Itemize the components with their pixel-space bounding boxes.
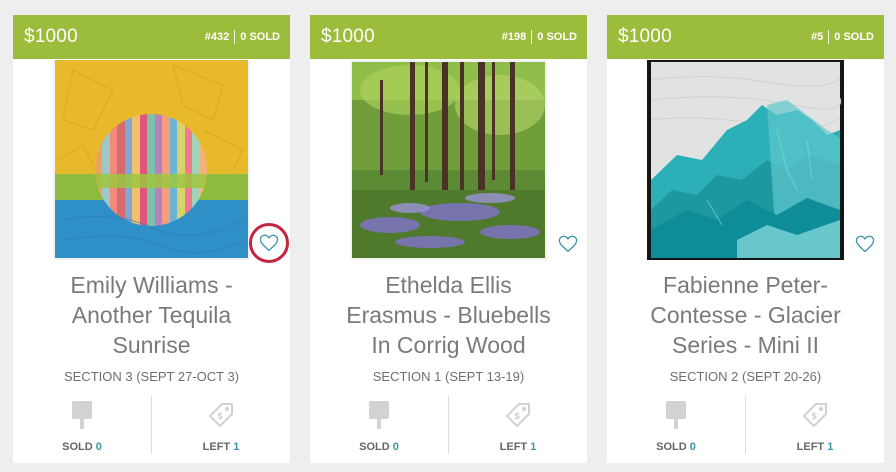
card-meta: #432 0 SOLD [205, 30, 280, 44]
sold-count-label: SOLD 0 [359, 441, 399, 453]
favorite-button[interactable] [854, 233, 876, 255]
item-number: #198 [501, 31, 527, 43]
sold-count-label: SOLD 0 [62, 441, 102, 453]
sign-icon [71, 398, 93, 432]
item-number: #5 [811, 31, 824, 43]
product-card-1[interactable]: $1000 #432 0 SOLD Emily Williams - Anoth… [13, 15, 290, 463]
section-label: SECTION 2 (SEPT 20-26) [669, 369, 822, 384]
title-line: Another Tequila [71, 302, 232, 328]
favorite-button[interactable] [557, 233, 579, 255]
sold-stat: SOLD 0 [310, 396, 448, 454]
card-meta: #5 0 SOLD [811, 30, 874, 44]
sold-badge: 0 SOLD [240, 31, 280, 43]
title-line: Fabienne Peter- [663, 272, 828, 298]
sign-icon [368, 398, 390, 432]
price-tag-icon: $ [206, 398, 236, 432]
left-count-label: LEFT 1 [202, 441, 240, 453]
sold-stat: SOLD 0 [13, 396, 151, 454]
title-line: Erasmus - Bluebells [346, 302, 551, 328]
stats-row: SOLD 0 $ LEFT 1 [13, 396, 290, 454]
section-label: SECTION 3 (SEPT 27-OCT 3) [63, 369, 240, 384]
sold-count-label: SOLD 0 [656, 441, 696, 453]
divider [234, 30, 236, 44]
price-tag-icon: $ [503, 398, 533, 432]
sold-badge: 0 SOLD [834, 31, 874, 43]
artwork-image[interactable] [350, 60, 547, 260]
quilt-image-glacier [647, 60, 844, 260]
title-line: Contesse - Glacier [650, 302, 841, 328]
heart-icon [855, 235, 875, 253]
card-header: $1000 #432 0 SOLD [13, 15, 290, 59]
favorite-button[interactable] [249, 223, 289, 263]
sign-icon [665, 398, 687, 432]
heart-icon [259, 234, 279, 252]
title-line: Series - Mini II [672, 332, 819, 358]
product-card-2[interactable]: $1000 #198 0 SOLD Ethelda Ellis Erasmus … [310, 15, 587, 463]
left-stat: $ LEFT 1 [745, 396, 884, 454]
product-card-3[interactable]: $1000 #5 0 SOLD Fabienne Peter- Contesse… [607, 15, 884, 463]
stats-row: SOLD 0 $ LEFT 1 [310, 396, 587, 454]
sold-stat: SOLD 0 [607, 396, 745, 454]
svg-text:$: $ [811, 412, 817, 422]
card-header: $1000 #5 0 SOLD [607, 15, 884, 59]
left-stat: $ LEFT 1 [151, 396, 290, 454]
stats-row: SOLD 0 $ LEFT 1 [607, 396, 884, 454]
left-stat: $ LEFT 1 [448, 396, 587, 454]
svg-text:$: $ [217, 412, 223, 422]
left-count-label: LEFT 1 [499, 441, 537, 453]
sold-badge: 0 SOLD [537, 31, 577, 43]
price: $1000 [24, 26, 78, 47]
divider [828, 30, 830, 44]
card-header: $1000 #198 0 SOLD [310, 15, 587, 59]
title-line: Emily Williams - [70, 272, 233, 298]
title-line: Ethelda Ellis [385, 272, 512, 298]
product-title[interactable]: Ethelda Ellis Erasmus - Bluebells In Cor… [320, 270, 577, 360]
price-tag-icon: $ [800, 398, 830, 432]
quilt-image-bluebells [350, 60, 547, 260]
product-title[interactable]: Emily Williams - Another Tequila Sunrise [23, 270, 280, 360]
artwork-image[interactable] [53, 60, 250, 260]
title-line: Sunrise [112, 332, 191, 358]
svg-text:$: $ [514, 412, 520, 422]
divider [531, 30, 533, 44]
card-meta: #198 0 SOLD [502, 30, 577, 44]
heart-icon [558, 235, 578, 253]
product-title[interactable]: Fabienne Peter- Contesse - Glacier Serie… [617, 270, 874, 360]
section-label: SECTION 1 (SEPT 13-19) [372, 369, 525, 384]
price: $1000 [321, 26, 375, 47]
title-line: In Corrig Wood [371, 332, 526, 358]
left-count-label: LEFT 1 [796, 441, 834, 453]
price: $1000 [618, 26, 672, 47]
item-number: #432 [204, 31, 230, 43]
quilt-image-tequila-sunrise [53, 60, 250, 260]
artwork-image[interactable] [647, 60, 844, 260]
